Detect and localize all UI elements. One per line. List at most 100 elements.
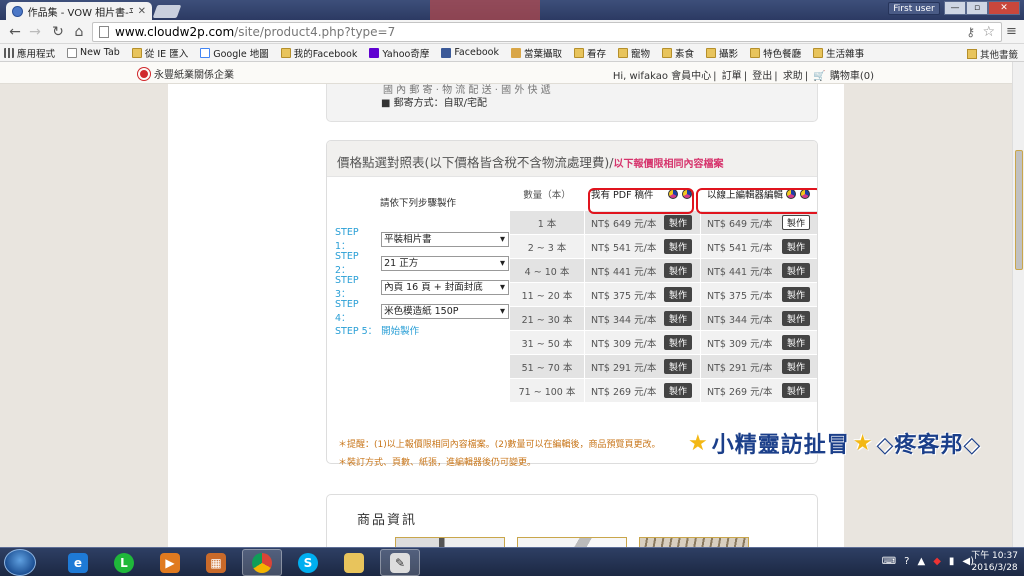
make-editor-button[interactable]: 製作 — [782, 287, 810, 302]
make-pdf-button[interactable]: 製作 — [664, 215, 692, 230]
bookmark-item[interactable]: 看存 — [574, 46, 606, 60]
taskbar-paint[interactable]: ✎ — [380, 549, 420, 576]
folder-icon — [618, 47, 629, 58]
tray-arrow-icon[interactable]: ▲ — [917, 556, 925, 567]
make-editor-button[interactable]: 製作 — [782, 383, 810, 398]
table-row: 71 ~ 100 本 NT$ 269 元/本 製作 NT$ 269 元/本 製作 — [510, 379, 817, 403]
nav-greeting[interactable]: Hi, wifakao 會員中心 — [613, 71, 711, 82]
editor-price-cell: NT$ 309 元/本 製作 — [701, 331, 817, 354]
make-pdf-button[interactable]: 製作 — [664, 359, 692, 374]
forward-arrow-icon[interactable]: → — [27, 24, 43, 40]
home-icon[interactable]: ⌂ — [71, 24, 87, 40]
bookmark-item[interactable]: Google 地圖 — [200, 46, 269, 60]
content-column: 國 內 郵 寄 · 物 流 配 送 · 國 外 快 遞 ■ 郵寄方式：自取/宅配… — [168, 84, 844, 547]
taskbar-skype[interactable]: S — [288, 549, 328, 576]
help-icon[interactable]: ? — [904, 556, 909, 567]
profile-button[interactable]: First user — [888, 2, 940, 15]
product-thumbnail[interactable] — [395, 537, 505, 547]
bookmark-item[interactable]: 攝影 — [706, 46, 738, 60]
product-thumbnail[interactable] — [639, 537, 749, 547]
bookmark-other[interactable]: 其他書籤 — [966, 47, 1018, 61]
make-editor-button[interactable]: 製作 — [782, 263, 810, 278]
make-editor-button[interactable]: 製作 — [782, 311, 810, 326]
taskbar-chrome[interactable] — [242, 549, 282, 576]
page-viewport: 永豐紙業關係企業 Hi, wifakao 會員中心 | 訂單 | 登出 | 求助 | 🛒… — [0, 62, 1012, 547]
clock[interactable]: 下午 10:37 2016/3/28 — [971, 550, 1018, 574]
key-icon[interactable]: ⚷ — [966, 25, 975, 39]
bookmark-item[interactable]: 當葉攝取 — [510, 46, 562, 60]
nav-cart[interactable]: 購物車(0) — [830, 71, 874, 82]
bookmark-item[interactable]: 生活雜事 — [813, 46, 864, 60]
back-arrow-icon[interactable]: ← — [7, 24, 23, 40]
start-button[interactable] — [4, 549, 36, 576]
editor-price: NT$ 309 元/本 — [707, 338, 773, 350]
taskbar-media[interactable]: ▶ — [150, 549, 190, 576]
make-pdf-button[interactable]: 製作 — [664, 239, 692, 254]
pdf-price-cell: NT$ 344 元/本 製作 — [585, 307, 701, 330]
minimize-button[interactable]: — — [944, 1, 966, 15]
page-scrollbar[interactable] — [1012, 62, 1024, 547]
bookmark-star-icon[interactable]: ☆ — [982, 24, 995, 40]
address-bar[interactable]: www.cloudw2p.com /site/product4.php?type… — [92, 22, 1002, 42]
start-making-link[interactable]: 開始製作 — [381, 323, 419, 337]
make-editor-button[interactable]: 製作 — [782, 239, 810, 254]
taskbar-app[interactable]: ▦ — [196, 549, 236, 576]
network-icon[interactable]: ▮ — [949, 556, 955, 567]
menu-icon[interactable]: ≡ — [1006, 25, 1020, 39]
make-pdf-button[interactable]: 製作 — [664, 383, 692, 398]
step-2-select[interactable]: 21 正方 — [381, 256, 509, 271]
new-tab-button[interactable] — [152, 5, 182, 18]
bookmark-item[interactable]: New Tab — [67, 47, 120, 58]
keyboard-icon[interactable]: ⌨ — [882, 556, 896, 567]
browser-tab[interactable]: 作品集 - VOW 相片書-平 ✕ — [6, 2, 152, 20]
shipping-box: 國 內 郵 寄 · 物 流 配 送 · 國 外 快 遞 ■ 郵寄方式：自取/宅配 — [326, 84, 818, 122]
windows-taskbar: e L ▶ ▦ S ✎ ⌨ ? ▲ ◆ ▮ ◀) 下午 10:37 2016/3… — [0, 547, 1024, 576]
bookmark-item[interactable]: 特色餐廳 — [750, 46, 801, 60]
cart-icon[interactable]: 🛒 — [813, 71, 825, 82]
product-thumbnail[interactable] — [517, 537, 627, 547]
price-title-note[interactable]: 以下報價限相同內容檔案 — [613, 159, 723, 170]
step-1-select[interactable]: 平裝相片書 — [381, 232, 509, 247]
make-editor-button[interactable]: 製作 — [782, 215, 810, 230]
browser-title-bar: 作品集 - VOW 相片書-平 ✕ First user — ▫ ✕ — [0, 0, 1024, 20]
site-logo[interactable]: 永豐紙業關係企業 — [138, 66, 234, 81]
make-pdf-button[interactable]: 製作 — [664, 311, 692, 326]
make-editor-button[interactable]: 製作 — [782, 335, 810, 350]
nav-link-logout[interactable]: 登出 — [752, 71, 772, 82]
taskbar-line[interactable]: L — [104, 549, 144, 576]
desktop-background-strip — [430, 0, 540, 20]
bookmark-item[interactable]: 我的Facebook — [280, 46, 357, 60]
folder-icon — [574, 47, 584, 58]
close-tab-icon[interactable]: ✕ — [138, 6, 146, 17]
taskbar-ie[interactable]: e — [58, 549, 98, 576]
taskbar-explorer[interactable] — [334, 549, 374, 576]
table-row: 2 ~ 3 本 NT$ 541 元/本 製作 NT$ 541 元/本 製作 — [510, 235, 817, 259]
make-pdf-button[interactable]: 製作 — [664, 287, 692, 302]
site-nav: Hi, wifakao 會員中心 | 訂單 | 登出 | 求助 | 🛒 購物車(0) — [612, 71, 874, 82]
scrollbar-thumb[interactable] — [1015, 150, 1023, 270]
make-pdf-button[interactable]: 製作 — [664, 335, 692, 350]
bookmark-item[interactable]: 應用程式 — [4, 46, 55, 60]
qty-cell: 11 ~ 20 本 — [510, 283, 585, 306]
nav-link-orders[interactable]: 訂單 — [722, 71, 742, 82]
step-4-select[interactable]: 米色模造紙 150P — [381, 304, 509, 319]
step-label: STEP 5： — [335, 326, 378, 337]
shipping-method: ■ 郵寄方式：自取/宅配 — [381, 98, 487, 109]
maximize-button[interactable]: ▫ — [966, 1, 988, 15]
table-row: 31 ~ 50 本 NT$ 309 元/本 製作 NT$ 309 元/本 製作 — [510, 331, 817, 355]
bookmark-item[interactable]: Yahoo奇摩 — [369, 46, 429, 60]
pdf-price: NT$ 441 元/本 — [591, 266, 657, 278]
nav-link-help[interactable]: 求助 — [783, 71, 803, 82]
bookmark-item[interactable]: Facebook — [441, 47, 499, 58]
bookmark-item[interactable]: 素食 — [662, 46, 694, 60]
close-window-button[interactable]: ✕ — [988, 1, 1020, 15]
pdf-price-cell: NT$ 375 元/本 製作 — [585, 283, 701, 306]
make-pdf-button[interactable]: 製作 — [664, 263, 692, 278]
reload-icon[interactable]: ↻ — [50, 24, 66, 40]
bookmark-item[interactable]: 寵物 — [618, 46, 650, 60]
make-editor-button[interactable]: 製作 — [782, 359, 810, 374]
antivirus-icon[interactable]: ◆ — [933, 556, 941, 567]
pdf-price-cell: NT$ 541 元/本 製作 — [585, 235, 701, 258]
step-3-select[interactable]: 內頁 16 頁 + 封面封底 — [381, 280, 509, 295]
bookmark-item[interactable]: 從 IE 匯入 — [131, 46, 188, 60]
